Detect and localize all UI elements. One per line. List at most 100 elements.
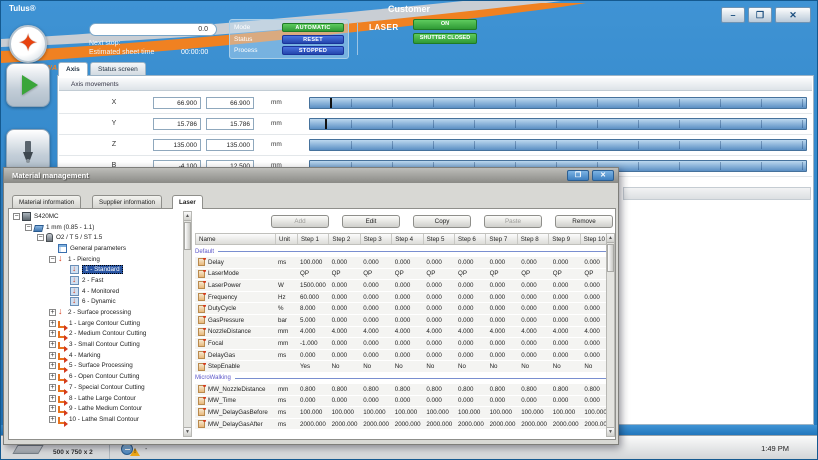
collapse-minus-icon[interactable]: − — [13, 213, 20, 220]
axis-actual-field[interactable] — [153, 97, 201, 109]
axis-position-slider[interactable] — [309, 139, 807, 151]
axis-actual-field[interactable] — [153, 118, 201, 130]
expand-plus-icon[interactable]: + — [49, 384, 56, 391]
dialog-tab-supplier-information[interactable]: Supplier information — [92, 195, 162, 209]
tree-item-label: 6 - Dynamic — [82, 298, 116, 305]
state-value-status[interactable]: RESET — [282, 35, 344, 44]
table-row-lasermode[interactable]: LaserModeQPQPQPQPQPQPQPQPQPQP — [195, 269, 613, 280]
dialog-titlebar[interactable]: Material management ❐ ✕ — [4, 168, 618, 183]
remove-button[interactable]: Remove — [555, 215, 613, 228]
edit-button[interactable]: Edit — [342, 215, 400, 228]
tree-item-1-piercing[interactable]: −1 - Piercing — [11, 254, 183, 265]
axis-actual-field[interactable] — [153, 139, 201, 151]
param-name: DutyCycle — [208, 305, 236, 312]
parameters-icon — [58, 244, 67, 253]
tree-item-2-fast[interactable]: 2 - Fast — [11, 275, 183, 286]
step-value-2: 0.000 — [329, 340, 361, 347]
table-row-gaspressure[interactable]: GasPressurebar5.0000.0000.0000.0000.0000… — [195, 315, 613, 326]
tree-scrollbar[interactable]: ▲ ▼ — [183, 211, 192, 437]
axis-target-field[interactable] — [206, 97, 254, 109]
tree-item-4-marking[interactable]: +4 - Marking — [11, 350, 183, 361]
scroll-down-icon[interactable]: ▼ — [607, 427, 614, 436]
laser-on-button[interactable]: ON — [413, 19, 477, 30]
collapse-minus-icon[interactable]: − — [37, 234, 44, 241]
dialog-tab-laser[interactable]: Laser — [172, 195, 203, 209]
axis-position-slider[interactable] — [309, 118, 807, 130]
table-row-dutycycle[interactable]: DutyCycle%8.0000.0000.0000.0000.0000.000… — [195, 303, 613, 314]
minimize-button[interactable]: – — [721, 7, 745, 23]
tree-item-label: 6 - Open Contour Cutting — [69, 373, 139, 380]
scroll-thumb[interactable] — [184, 222, 191, 250]
tree-item-general-parameters[interactable]: General parameters — [11, 243, 183, 254]
expand-plus-icon[interactable]: + — [49, 362, 56, 369]
tree-item-4-monitored[interactable]: 4 - Monitored — [11, 286, 183, 297]
table-row-frequency[interactable]: FrequencyHz60.0000.0000.0000.0000.0000.0… — [195, 292, 613, 303]
step-value-6: 2000.000 — [455, 421, 487, 428]
tree-item-5-surface-processing[interactable]: +5 - Surface Processing — [11, 361, 183, 372]
scroll-down-icon[interactable]: ▼ — [184, 427, 191, 436]
axis-position-slider[interactable] — [309, 97, 807, 109]
dialog-tab-material-information[interactable]: Material information — [12, 195, 81, 209]
step-value-5: 0.000 — [423, 397, 455, 404]
tree-item-10-lathe-small-contour[interactable]: +10 - Lathe Small Contour — [11, 414, 183, 425]
tree-item-3-small-contour-cutting[interactable]: +3 - Small Contour Cutting — [11, 339, 183, 350]
expand-plus-icon[interactable]: + — [49, 373, 56, 380]
laser-shutter-closed-button[interactable]: SHUTTER CLOSED — [413, 33, 477, 44]
tab-status-screen[interactable]: Status screen — [90, 62, 146, 76]
tree-item-2-surface-processing[interactable]: +2 - Surface processing — [11, 307, 183, 318]
collapse-minus-icon[interactable]: − — [25, 224, 32, 231]
step-value-4: 0.000 — [392, 317, 424, 324]
expand-plus-icon[interactable]: + — [49, 341, 56, 348]
param-name-cell: GasPressure — [195, 316, 275, 324]
start-button[interactable] — [6, 63, 50, 107]
expand-plus-icon[interactable]: + — [49, 320, 56, 327]
tab-axis[interactable]: Axis — [58, 62, 88, 76]
contour-icon — [58, 321, 66, 328]
table-row-mw-time[interactable]: MW_Timems0.0000.0000.0000.0000.0000.0000… — [195, 396, 613, 407]
scroll-thumb[interactable] — [607, 244, 614, 272]
tree-item-8-lathe-large-contour[interactable]: +8 - Lathe Large Contour — [11, 393, 183, 404]
table-row-mw-delaygasafter[interactable]: MW_DelayGasAfterms2000.0002000.0002000.0… — [195, 419, 613, 430]
expand-plus-icon[interactable]: + — [49, 416, 56, 423]
dialog-maximize-button[interactable]: ❐ — [567, 170, 589, 181]
tree-item-6-dynamic[interactable]: 6 - Dynamic — [11, 297, 183, 308]
table-row-mw-delaygasbefore[interactable]: MW_DelayGasBeforems100.000100.000100.000… — [195, 407, 613, 418]
table-row-stepenable[interactable]: StepEnableYesNoNoNoNoNoNoNoNoNo — [195, 361, 613, 372]
tree-item-1-mm-0-85-1-1[interactable]: −1 mm (0.85 - 1.1) — [11, 222, 183, 233]
tree-item-2-medium-contour-cutting[interactable]: +2 - Medium Contour Cutting — [11, 329, 183, 340]
state-value-process[interactable]: STOPPED — [282, 46, 344, 55]
table-row-focal[interactable]: Focalmm-1.0000.0000.0000.0000.0000.0000.… — [195, 338, 613, 349]
scroll-up-icon[interactable]: ▲ — [607, 234, 614, 243]
step-value-2: 100.000 — [329, 409, 361, 416]
tree-item-1-large-contour-cutting[interactable]: +1 - Large Contour Cutting — [11, 318, 183, 329]
dialog-toolbar: AddEditCopyPasteRemove — [195, 215, 613, 228]
expand-plus-icon[interactable]: + — [49, 395, 56, 402]
table-row-laserpower[interactable]: LaserPowerW1500.0000.0000.0000.0000.0000… — [195, 280, 613, 291]
tree-item-6-open-contour-cutting[interactable]: +6 - Open Contour Cutting — [11, 371, 183, 382]
axis-target-field[interactable] — [206, 139, 254, 151]
expand-plus-icon[interactable]: + — [49, 309, 56, 316]
table-row-mw-nozzledistance[interactable]: MW_NozzleDistancemm0.8000.8000.8000.8000… — [195, 384, 613, 395]
table-row-delay[interactable]: Delayms100.0000.0000.0000.0000.0000.0000… — [195, 257, 613, 268]
maximize-button[interactable]: ❐ — [748, 7, 772, 23]
expand-plus-icon[interactable]: + — [49, 405, 56, 412]
tree-item-o2-t-5-st-1-5[interactable]: −O2 / T 5 / ST 1.5 — [11, 232, 183, 243]
warning-icon[interactable] — [130, 448, 140, 456]
axis-target-field[interactable] — [206, 118, 254, 130]
scroll-up-icon[interactable]: ▲ — [184, 212, 191, 221]
expand-plus-icon[interactable]: + — [49, 352, 56, 359]
tree-item-s420mc[interactable]: −S420MC — [11, 211, 183, 222]
table-row-delaygas[interactable]: DelayGasms0.0000.0000.0000.0000.0000.000… — [195, 350, 613, 361]
table-scrollbar[interactable]: ▲ ▼ — [606, 233, 615, 437]
expand-plus-icon[interactable]: + — [49, 330, 56, 337]
close-button[interactable]: ✕ — [775, 7, 811, 23]
tree-item-7-special-contour-cutting[interactable]: +7 - Special Contour Cutting — [11, 382, 183, 393]
dialog-close-button[interactable]: ✕ — [592, 170, 614, 181]
table-row-nozzledistance[interactable]: NozzleDistancemm4.0004.0004.0004.0004.00… — [195, 327, 613, 338]
tree-item-1-standard[interactable]: 1 - Standard — [11, 264, 183, 275]
collapse-minus-icon[interactable]: − — [49, 256, 56, 263]
tree-item-9-lathe-medium-contour[interactable]: +9 - Lathe Medium Contour — [11, 403, 183, 414]
state-value-mode[interactable]: AUTOMATIC — [282, 23, 344, 32]
copy-button[interactable]: Copy — [413, 215, 471, 228]
progress-field[interactable] — [89, 23, 217, 36]
